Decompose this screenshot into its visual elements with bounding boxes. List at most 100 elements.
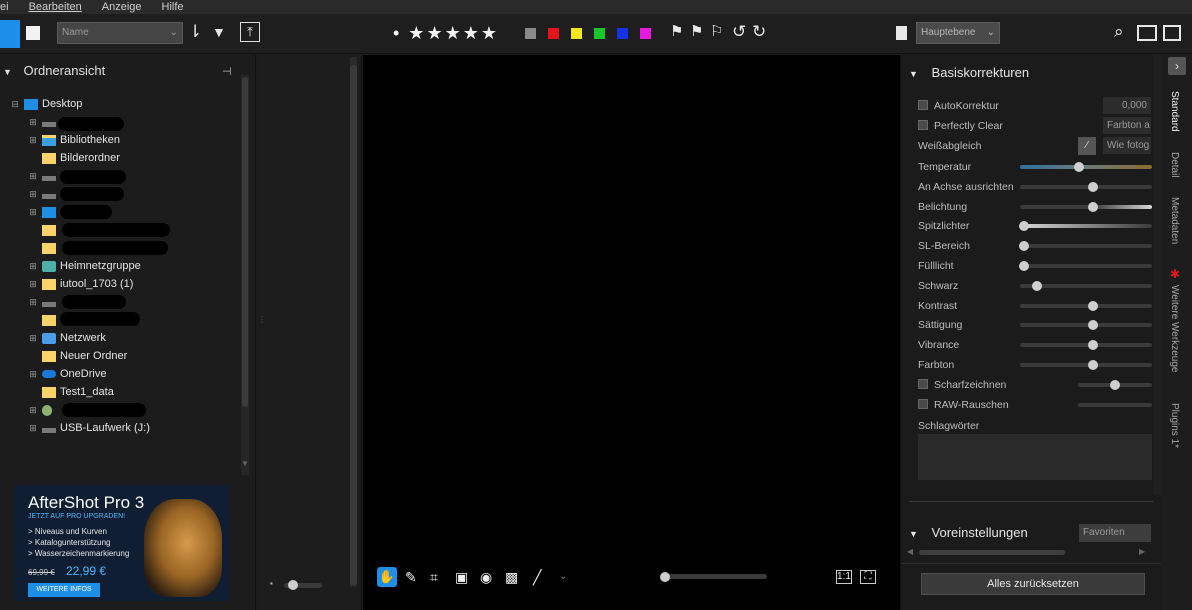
tab-metadata[interactable]: Metadaten bbox=[1169, 197, 1180, 244]
expand-icon[interactable]: ⊞ bbox=[28, 135, 38, 146]
scroll-right-icon[interactable]: ▶ bbox=[1139, 547, 1145, 556]
rotate-right-icon[interactable]: ↻ bbox=[752, 22, 766, 42]
eyedropper-icon[interactable]: ✎ bbox=[405, 567, 417, 587]
presets-select[interactable]: Favoriten bbox=[1079, 524, 1151, 542]
red-eye-icon[interactable]: ◉ bbox=[480, 567, 492, 587]
collapse-triangle-icon[interactable]: ▼ bbox=[3, 67, 12, 77]
adjustment-slider[interactable] bbox=[1018, 221, 1152, 232]
expand-icon[interactable]: ⊞ bbox=[28, 333, 38, 344]
tab-more-tools[interactable]: Weitere Werkzeuge bbox=[1169, 285, 1180, 372]
single-view-icon[interactable] bbox=[26, 26, 40, 40]
rotate-left-icon[interactable]: ↺ bbox=[732, 22, 746, 42]
adjustment-slider[interactable] bbox=[1020, 162, 1152, 172]
slider-knob[interactable] bbox=[1087, 340, 1098, 351]
adjustment-slider[interactable] bbox=[1020, 280, 1152, 291]
auto-correction-checkbox[interactable] bbox=[918, 100, 928, 110]
color-label-blue[interactable] bbox=[617, 28, 628, 39]
tree-item-usb-drive[interactable]: ⊞ USB-Laufwerk (J:) bbox=[10, 419, 240, 437]
chevron-right-icon[interactable]: › bbox=[1168, 57, 1186, 75]
layer-select[interactable]: Hauptebene ⌄ bbox=[916, 22, 1000, 44]
chevron-down-icon[interactable]: ⌄ bbox=[559, 567, 567, 587]
tree-item-test1-data[interactable]: Test1_data bbox=[10, 383, 240, 401]
auto-correction-value[interactable]: 0,000 bbox=[1103, 97, 1151, 114]
slider-knob[interactable] bbox=[1018, 261, 1029, 271]
perfectly-clear-select[interactable]: Farbton a bbox=[1103, 117, 1151, 134]
slider-knob[interactable] bbox=[1074, 162, 1085, 172]
menu-help[interactable]: Hilfe bbox=[162, 1, 184, 13]
tree-item-drive[interactable]: ⊞ bbox=[10, 185, 240, 203]
expand-icon[interactable]: ⊞ bbox=[28, 207, 38, 218]
slider-knob[interactable] bbox=[1018, 221, 1029, 232]
tree-item-homegroup[interactable]: ⊞ Heimnetzgruppe bbox=[10, 257, 240, 275]
promo-more-button[interactable]: WEITERE INFOS bbox=[28, 583, 100, 597]
expand-icon[interactable]: ⊞ bbox=[28, 279, 38, 290]
adjustment-slider[interactable] bbox=[1018, 261, 1152, 271]
adjustment-slider[interactable] bbox=[1020, 300, 1152, 311]
image-viewer[interactable] bbox=[363, 55, 900, 559]
tab-standard[interactable]: Standard bbox=[1169, 91, 1180, 132]
clipboard-icon[interactable] bbox=[896, 26, 907, 40]
collapse-triangle-icon[interactable]: ▼ bbox=[909, 69, 918, 79]
adjustment-slider[interactable] bbox=[1020, 340, 1152, 351]
slider-knob[interactable] bbox=[1087, 320, 1098, 331]
pin-icon[interactable]: ⊣ bbox=[222, 65, 232, 78]
adjustment-slider[interactable] bbox=[1018, 241, 1152, 252]
zoom-slider-track[interactable] bbox=[663, 574, 767, 579]
raw-noise-slider[interactable] bbox=[1078, 403, 1152, 407]
keywords-input[interactable] bbox=[918, 434, 1152, 480]
collapse-icon[interactable]: ⊟ bbox=[10, 99, 20, 110]
sort-select[interactable]: Name ⌄ bbox=[57, 22, 183, 44]
color-label-red[interactable] bbox=[548, 28, 559, 39]
presets-scrollbar[interactable] bbox=[919, 550, 1065, 555]
grid-view-icon[interactable] bbox=[0, 20, 20, 48]
scrollbar-thumb[interactable] bbox=[242, 77, 248, 407]
color-label-yellow[interactable] bbox=[571, 28, 582, 39]
splitter-handle[interactable]: ⋮ bbox=[258, 315, 266, 331]
color-label-gray[interactable] bbox=[525, 28, 536, 39]
slider-knob[interactable] bbox=[1087, 300, 1098, 311]
reset-all-button[interactable]: Alles zurücksetzen bbox=[921, 573, 1145, 595]
adjustment-slider[interactable] bbox=[1020, 181, 1152, 192]
reject-flag-icon[interactable]: ⚑ bbox=[690, 22, 703, 42]
eyedropper-icon[interactable]: ⁄ bbox=[1078, 137, 1096, 155]
color-label-green[interactable] bbox=[594, 28, 605, 39]
expand-icon[interactable]: ⊞ bbox=[28, 423, 38, 434]
white-balance-select[interactable]: Wie fotog bbox=[1103, 137, 1151, 154]
tree-item-new-folder[interactable]: Neuer Ordner bbox=[10, 347, 240, 365]
slideshow-icon[interactable] bbox=[1137, 25, 1157, 41]
menu-file[interactable]: ei bbox=[0, 1, 9, 13]
raw-noise-checkbox[interactable] bbox=[918, 399, 928, 409]
flag-icon[interactable]: ⚑ bbox=[670, 22, 683, 42]
expand-icon[interactable]: ⊞ bbox=[28, 117, 38, 128]
tree-item-drive[interactable]: ⊞ bbox=[10, 113, 240, 131]
slider-knob[interactable] bbox=[1087, 181, 1098, 192]
scroll-down-icon[interactable]: ▼ bbox=[241, 459, 249, 468]
expand-icon[interactable]: ⊞ bbox=[28, 297, 38, 308]
tree-item-desktop[interactable]: ⊟ Desktop bbox=[10, 95, 240, 113]
hand-tool-icon[interactable]: ✋ bbox=[377, 567, 397, 587]
slider-knob[interactable] bbox=[1018, 241, 1029, 252]
color-label-magenta[interactable] bbox=[640, 28, 651, 39]
promo-banner[interactable]: AfterShot Pro 3 JETZT AUF PRO UPGRADEN! … bbox=[14, 485, 230, 601]
adjustment-slider[interactable] bbox=[1020, 320, 1152, 331]
slider-knob[interactable] bbox=[1087, 201, 1098, 212]
adjustment-slider[interactable] bbox=[1020, 360, 1152, 370]
expand-icon[interactable]: ⊞ bbox=[28, 171, 38, 182]
folder-panel-header[interactable]: ▼ Ordneransicht ⊣ bbox=[0, 63, 240, 81]
sharpen-slider[interactable] bbox=[1078, 380, 1152, 390]
menu-view[interactable]: Anzeige bbox=[102, 1, 142, 13]
expand-icon[interactable]: ⊞ bbox=[28, 261, 38, 272]
tab-plugins[interactable]: Plugins 1* bbox=[1169, 403, 1180, 448]
retouch-icon[interactable]: ▩ bbox=[505, 567, 518, 587]
tree-item-computer[interactable]: ⊞ bbox=[10, 203, 240, 221]
thumbnail-scrollbar[interactable] bbox=[350, 57, 357, 587]
expand-icon[interactable]: ⊞ bbox=[28, 405, 38, 416]
slider-knob[interactable] bbox=[1110, 380, 1120, 390]
brush-icon[interactable]: ╱ bbox=[533, 567, 541, 587]
expand-icon[interactable]: ⊞ bbox=[28, 189, 38, 200]
actual-size-icon[interactable]: 1:1 bbox=[836, 570, 852, 584]
tree-scrollbar[interactable]: ▼ bbox=[241, 75, 249, 475]
fullscreen-icon[interactable] bbox=[1163, 25, 1181, 41]
slider-knob[interactable] bbox=[1032, 280, 1043, 291]
thumbnail-size-slider[interactable]: ▪ bbox=[270, 579, 330, 591]
